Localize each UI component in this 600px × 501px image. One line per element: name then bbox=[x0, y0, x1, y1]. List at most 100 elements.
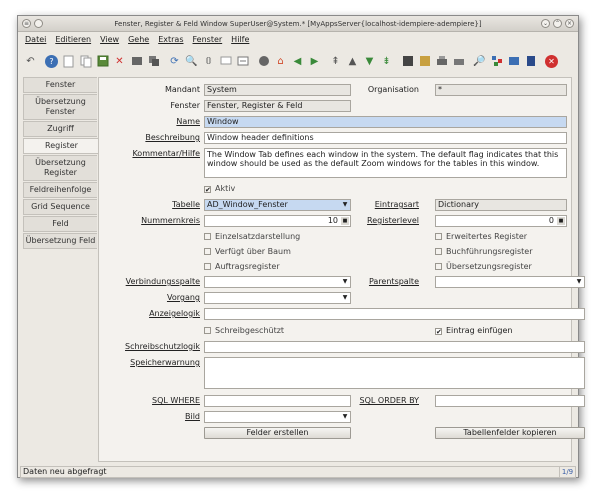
vorgang-select[interactable]: ▼ bbox=[204, 292, 351, 304]
help-icon[interactable]: ? bbox=[45, 54, 58, 68]
multi-record-icon[interactable] bbox=[147, 55, 160, 68]
menu-gehe[interactable]: Gehe bbox=[128, 33, 149, 47]
uebersetzungs-checkbox[interactable]: Übersetzungsregister bbox=[435, 262, 532, 272]
find-icon[interactable]: 🔍 bbox=[185, 55, 198, 68]
bild-select[interactable]: ▼ bbox=[204, 411, 351, 423]
anzeigelogik-field[interactable] bbox=[204, 308, 585, 320]
tab-feld[interactable]: Feld bbox=[23, 216, 97, 232]
chevron-down-icon[interactable]: ▼ bbox=[340, 293, 350, 303]
parent-icon[interactable]: ⇞ bbox=[329, 55, 342, 68]
home-icon[interactable]: ⌂ bbox=[274, 55, 287, 68]
eintrag-checkbox[interactable]: ✔ Eintrag einfügen bbox=[435, 326, 512, 336]
archive-icon[interactable] bbox=[418, 55, 431, 68]
verbindungsspalte-select[interactable]: ▼ bbox=[204, 276, 351, 288]
verfuegt-checkbox[interactable]: Verfügt über Baum bbox=[204, 247, 291, 257]
up-icon[interactable]: ▲ bbox=[346, 55, 359, 68]
pin-icon[interactable] bbox=[34, 19, 43, 28]
sqlorder-label: SQL ORDER BY bbox=[359, 396, 419, 405]
tab-grid-sequence[interactable]: Grid Sequence bbox=[23, 199, 97, 215]
calculator-icon[interactable]: ■ bbox=[557, 217, 565, 225]
tab-feldreihenfolge[interactable]: Feldreihenfolge bbox=[23, 182, 97, 198]
print-icon[interactable] bbox=[435, 55, 448, 68]
next-record-icon[interactable]: ▶ bbox=[308, 55, 321, 68]
menu-hilfe[interactable]: Hilfe bbox=[231, 33, 249, 47]
undo-icon[interactable]: ↶ bbox=[24, 55, 37, 68]
chevron-down-icon[interactable]: ▼ bbox=[340, 200, 350, 210]
tab-uebersetzung-register[interactable]: Übersetzung Register bbox=[23, 155, 97, 181]
nummernkreis-field[interactable]: 10 ■ bbox=[204, 215, 351, 227]
maximize-icon[interactable]: ⌃ bbox=[553, 19, 562, 28]
workflow-icon[interactable] bbox=[490, 55, 503, 68]
tabellenfelder-kopieren-button[interactable]: Tabellenfelder kopieren bbox=[435, 427, 585, 439]
parentspalte-select[interactable]: ▼ bbox=[435, 276, 585, 288]
schreibschutzlogik-field[interactable] bbox=[204, 341, 585, 353]
refresh-icon[interactable]: ⟳ bbox=[168, 55, 181, 68]
menu-view[interactable]: View bbox=[100, 33, 119, 47]
save-icon[interactable] bbox=[96, 55, 109, 68]
vorgang-label: Vorgang bbox=[166, 293, 200, 302]
sqlorder-field[interactable] bbox=[435, 395, 585, 407]
attachment-icon[interactable]: 𝟘 bbox=[202, 55, 215, 68]
zoom-across-icon[interactable]: 🔎 bbox=[473, 55, 486, 68]
erweitertes-checkbox[interactable]: Erweitertes Register bbox=[435, 232, 527, 242]
aktiv-checkbox[interactable]: ✔ Aktiv bbox=[204, 184, 235, 194]
grid-toggle-icon[interactable] bbox=[130, 55, 143, 68]
einzelsatz-checkbox[interactable]: Einzelsatzdarstellung bbox=[204, 232, 300, 242]
tab-uebersetzung-fenster[interactable]: Übersetzung Fenster bbox=[23, 94, 97, 120]
tab-uebersetzung-feld[interactable]: Übersetzung Feld bbox=[23, 233, 97, 249]
tabelle-value: AD_Window_Fenster bbox=[207, 200, 288, 209]
tabelle-select[interactable]: AD_Window_Fenster ▼ bbox=[204, 199, 351, 211]
organisation-field[interactable]: * bbox=[435, 84, 567, 96]
history-icon[interactable] bbox=[236, 55, 249, 68]
eintragsart-field[interactable]: Dictionary bbox=[435, 199, 567, 211]
organisation-label: Organisation bbox=[367, 85, 419, 94]
chevron-down-icon[interactable]: ▼ bbox=[340, 412, 350, 422]
kommentar-field[interactable]: The Window Tab defines each window in th… bbox=[204, 148, 567, 178]
menu-fenster[interactable]: Fenster bbox=[193, 33, 223, 47]
parentspalte-label: Parentspalte bbox=[368, 277, 419, 286]
sqlwhere-field[interactable] bbox=[204, 395, 351, 407]
menu-bar: Datei Editieren View Gehe Extras Fenster… bbox=[18, 33, 578, 47]
new-record-icon[interactable] bbox=[62, 55, 75, 68]
registerlevel-field[interactable]: 0 ■ bbox=[435, 215, 567, 227]
main-window: ≡ Fenster, Register & Feld Window SuperU… bbox=[17, 15, 585, 478]
detail-icon[interactable]: ⇟ bbox=[380, 55, 393, 68]
title-bar: ≡ Fenster, Register & Feld Window SuperU… bbox=[18, 16, 578, 32]
calculator-icon[interactable]: ■ bbox=[341, 217, 349, 225]
delete-icon[interactable]: ✕ bbox=[113, 55, 126, 68]
schreibgeschuetzt-checkbox[interactable]: Schreibgeschützt bbox=[204, 326, 284, 336]
window-menu-icon[interactable]: ≡ bbox=[22, 19, 31, 28]
auftrags-checkbox[interactable]: Auftragsregister bbox=[204, 262, 280, 272]
chat-icon[interactable] bbox=[219, 55, 232, 68]
minimize-icon[interactable]: ⌄ bbox=[541, 19, 550, 28]
menu-extras[interactable]: Extras bbox=[158, 33, 183, 47]
mandant-field[interactable]: System bbox=[204, 84, 351, 96]
print-preview-icon[interactable] bbox=[452, 55, 465, 68]
aktiv-label: Aktiv bbox=[215, 184, 236, 193]
down-icon[interactable]: ▼ bbox=[363, 55, 376, 68]
schreibgeschuetzt-label: Schreibgeschützt bbox=[215, 326, 285, 335]
record-info-icon[interactable] bbox=[257, 55, 270, 68]
tab-register[interactable]: Register bbox=[23, 138, 99, 154]
copy-record-icon[interactable] bbox=[79, 55, 92, 68]
menu-editieren[interactable]: Editieren bbox=[55, 33, 91, 47]
report-icon[interactable] bbox=[401, 55, 414, 68]
exit-icon[interactable]: ✕ bbox=[545, 54, 558, 68]
felder-erstellen-button[interactable]: Felder erstellen bbox=[204, 427, 351, 439]
buchfuehrung-checkbox[interactable]: Buchführungsregister bbox=[435, 247, 533, 257]
fenster-field[interactable]: Fenster, Register & Feld bbox=[204, 100, 351, 112]
record-pager[interactable]: 1/9 bbox=[559, 467, 575, 477]
name-field[interactable]: Window bbox=[204, 116, 567, 128]
beschreibung-field[interactable]: Window header definitions bbox=[204, 132, 567, 144]
chevron-down-icon[interactable]: ▼ bbox=[340, 277, 350, 287]
product-info-icon[interactable] bbox=[507, 55, 520, 68]
menu-datei[interactable]: Datei bbox=[25, 33, 46, 47]
speicherwarnung-field[interactable] bbox=[204, 357, 585, 389]
chevron-down-icon[interactable]: ▼ bbox=[574, 277, 584, 287]
request-icon[interactable] bbox=[524, 55, 537, 68]
speicherwarnung-label: Speicherwarnung bbox=[130, 358, 200, 367]
close-icon[interactable]: × bbox=[565, 19, 574, 28]
tab-zugriff[interactable]: Zugriff bbox=[23, 121, 97, 137]
tab-fenster[interactable]: Fenster bbox=[23, 77, 97, 93]
first-record-icon[interactable]: ◀ bbox=[291, 55, 304, 68]
